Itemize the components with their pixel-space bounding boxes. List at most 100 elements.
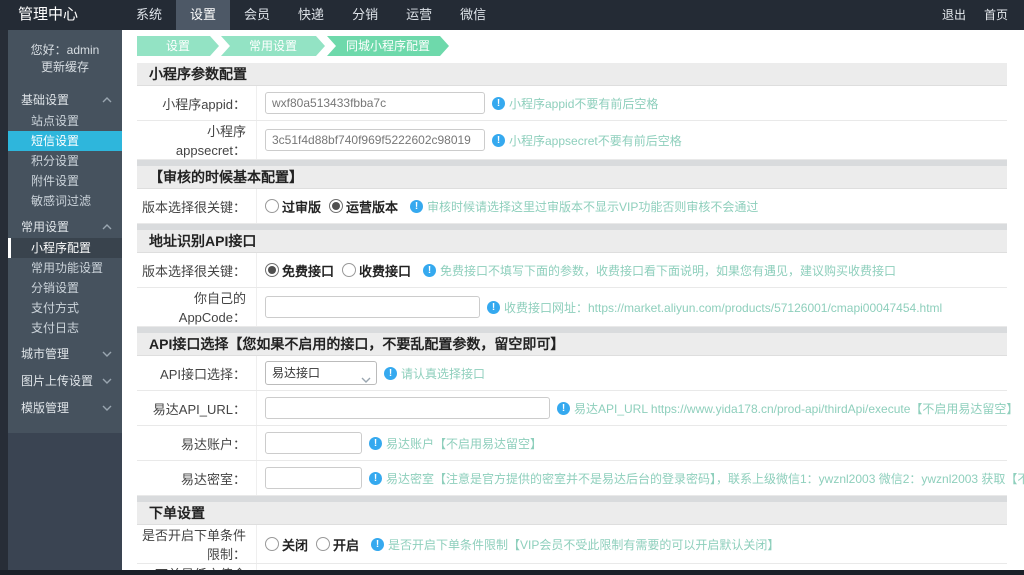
radio-option-label: 过审版 xyxy=(282,199,322,215)
topnav-item-7[interactable]: 微信 xyxy=(446,0,500,30)
topbar-link-2[interactable]: 首页 xyxy=(984,0,1008,30)
chevron-up-icon xyxy=(102,97,112,103)
sidebar-item-1-2[interactable]: 短信设置 xyxy=(8,131,122,151)
topnav-item-4[interactable]: 快递 xyxy=(284,0,338,30)
row-hint: ! 请认真选择接口 xyxy=(384,365,485,382)
form-row: 你自己的AppCode：! 收费接口网址：https://market.aliyu… xyxy=(137,288,1007,327)
sidebar-edge xyxy=(0,30,8,575)
radio-option-2[interactable] xyxy=(316,537,331,551)
app-title: 管理中心 xyxy=(18,6,79,23)
text-input[interactable] xyxy=(265,467,362,489)
hint-text: 是否开启下单条件限制【VIP会员不受此限制有需要的可以开启默认关闭】 xyxy=(388,537,780,552)
text-input[interactable] xyxy=(265,432,362,454)
form-row: 小程序appid：! 小程序appid不要有前后空格 xyxy=(137,86,1007,121)
form-row: 易达密室：! 易达密室【注意是官方提供的密室并不是易达后台的登录密码】，联系上级微… xyxy=(137,461,1024,496)
refresh-cache-link[interactable]: 更新缓存 xyxy=(8,59,122,76)
breadcrumb-segment-3[interactable]: 同城小程序配置 xyxy=(327,36,449,56)
row-label: 易达API_URL： xyxy=(137,391,257,425)
sidebar-item-2-1[interactable]: 小程序配置 xyxy=(8,238,122,258)
row-label: 版本选择很关键： xyxy=(137,253,257,287)
sidebar-item-1-3[interactable]: 积分设置 xyxy=(8,151,122,171)
row-field: ! 小程序appsecret不要有前后空格 xyxy=(257,121,1007,159)
sidebar-group-label: 图片上传设置 xyxy=(21,373,94,388)
topnav-item-1[interactable]: 系统 xyxy=(122,0,176,30)
radio-option-label: 收费接口 xyxy=(359,263,412,279)
form-sections: 小程序参数配置小程序appid：! 小程序appid不要有前后空格小程序appse… xyxy=(137,63,1024,575)
topbar-link-1[interactable]: 退出 xyxy=(942,0,966,30)
main-layout: 您好：admin 更新缓存 基础设置 站点设置 短信设置 积分设置 附件设置 敏感词过滤常… xyxy=(0,30,1024,575)
breadcrumb: 设置 常用设置 同城小程序配置 xyxy=(137,36,1007,56)
form-row: 版本选择很关键： 过审版 运营版本! 审核时候请选择这里过审版本不显示VIP功能否则审… xyxy=(137,189,1007,224)
info-icon: ! xyxy=(557,401,570,415)
topnav-item-6[interactable]: 运营 xyxy=(392,0,446,30)
sidebar-item-2-4[interactable]: 支付方式 xyxy=(8,298,122,318)
topnav-item-3[interactable]: 会员 xyxy=(230,0,284,30)
sidebar-group-2[interactable]: 常用设置 xyxy=(8,214,122,238)
section-title: 小程序参数配置 xyxy=(137,63,1007,86)
radio-option-label: 开启 xyxy=(333,537,360,553)
radio-option-1[interactable] xyxy=(265,263,279,277)
sidebar-item-2-2[interactable]: 常用功能设置 xyxy=(8,258,122,278)
info-icon: ! xyxy=(371,537,385,551)
text-input[interactable] xyxy=(265,397,550,419)
hint-text: 易达账户【不启用易达留空】 xyxy=(386,436,543,451)
sidebar-group-label: 城市管理 xyxy=(21,346,70,361)
sidebar-item-1-4[interactable]: 附件设置 xyxy=(8,171,122,191)
user-block: 您好：admin 更新缓存 xyxy=(8,38,122,84)
sidebar-panel: 您好：admin 更新缓存 基础设置站点设置 短信设置 积分设置 附件设置 敏感词过滤常… xyxy=(8,30,122,433)
info-icon: ! xyxy=(410,199,424,213)
text-input[interactable] xyxy=(265,129,485,151)
sidebar-group-5[interactable]: 模版管理 xyxy=(8,395,122,419)
radio-option-2[interactable] xyxy=(342,263,357,277)
radio-option-2[interactable] xyxy=(329,199,344,213)
hint-text: 小程序appsecret不要有前后空格 xyxy=(509,133,682,148)
sidebar-group-label: 基础设置 xyxy=(21,92,70,107)
form-section-3: 地址识别API接口 版本选择很关键： 免费接口 收费接口! 免费接口不填写下面的参数，收… xyxy=(137,230,1007,333)
radio-option-1[interactable] xyxy=(265,537,279,551)
row-hint: ! 易达密室【注意是官方提供的密室并不是易达后台的登录密码】，联系上级微信1：yw… xyxy=(369,470,1024,487)
hint-text: 收费接口网址：https://market.aliyun.com/product… xyxy=(504,300,943,315)
breadcrumb-segment-2[interactable]: 常用设置 xyxy=(221,36,325,56)
info-icon: ! xyxy=(369,436,382,450)
row-label: 你自己的AppCode： xyxy=(137,288,257,326)
api-select[interactable]: 易达接口 xyxy=(265,361,377,385)
info-icon: ! xyxy=(487,300,500,314)
topnav-item-5[interactable]: 分销 xyxy=(338,0,392,30)
row-field: 免费接口 收费接口! 免费接口不填写下面的参数，收费接口看下面说明，如果您有遇见，建… xyxy=(257,253,1007,287)
sidebar-item-1-5[interactable]: 敏感词过滤 xyxy=(8,191,122,211)
row-field: ! 收费接口网址：https://market.aliyun.com/produc… xyxy=(257,288,1007,326)
row-label: API接口选择： xyxy=(137,356,257,390)
topnav-item-2[interactable]: 设置 xyxy=(176,0,231,30)
form-row: 易达账户：! 易达账户【不启用易达留空】 xyxy=(137,426,1007,461)
sidebar-item-2-3[interactable]: 分销设置 xyxy=(8,278,122,298)
row-field: ! 易达密室【注意是官方提供的密室并不是易达后台的登录密码】，联系上级微信1：yw… xyxy=(257,461,1024,495)
top-nav: 系统 设置 会员 快递 分销 运营 微信 xyxy=(122,0,500,30)
sidebar-group-1[interactable]: 基础设置 xyxy=(8,87,122,111)
form-section-5: 下单设置 是否开启下单条件限制： 关闭 开启! 是否开启下单条件限制【VIP会员不受此限… xyxy=(137,502,1007,575)
sidebar-item-2-5[interactable]: 支付日志 xyxy=(8,318,122,338)
row-hint: ! 免费接口不填写下面的参数，收费接口看下面说明，如果您有遇见，建议购买收费接口 xyxy=(423,262,896,279)
form-row: 版本选择很关键： 免费接口 收费接口! 免费接口不填写下面的参数，收费接口看下面说明，… xyxy=(137,253,1007,288)
hint-text: 免费接口不填写下面的参数，收费接口看下面说明，如果您有遇见，建议购买收费接口 xyxy=(440,263,897,278)
text-input[interactable] xyxy=(265,296,480,318)
row-label: 版本选择很关键： xyxy=(137,189,257,223)
row-label: 小程序appsecret： xyxy=(137,121,257,159)
top-bar-links: 退出 首页 xyxy=(942,0,1024,30)
form-section-4: API接口选择【您如果不启用的接口，不要乱配置参数，留空即可】 API接口选择：易… xyxy=(137,333,1024,502)
form-row: 小程序appsecret：! 小程序appsecret不要有前后空格 xyxy=(137,121,1007,160)
sidebar-group-label: 模版管理 xyxy=(21,400,70,415)
breadcrumb-segment-1[interactable]: 设置 xyxy=(137,36,219,56)
info-icon: ! xyxy=(423,263,437,277)
row-field: 过审版 运营版本! 审核时候请选择这里过审版本不显示VIP功能否则审核不会通过 xyxy=(257,189,1007,223)
row-field: ! 易达API_URL https://www.yida178.cn/prod-a… xyxy=(257,391,1018,425)
row-label: 小程序appid： xyxy=(137,86,257,120)
chevron-up-icon xyxy=(102,224,112,230)
radio-option-1[interactable] xyxy=(265,199,279,213)
sidebar-group-3[interactable]: 城市管理 xyxy=(8,341,122,365)
text-input[interactable] xyxy=(265,92,485,114)
sidebar-item-1-1[interactable]: 站点设置 xyxy=(8,111,122,131)
row-hint: ! 收费接口网址：https://market.aliyun.com/produc… xyxy=(487,299,942,316)
bottom-strip xyxy=(0,570,1024,575)
info-icon: ! xyxy=(369,471,382,485)
sidebar-group-4[interactable]: 图片上传设置 xyxy=(8,368,122,392)
